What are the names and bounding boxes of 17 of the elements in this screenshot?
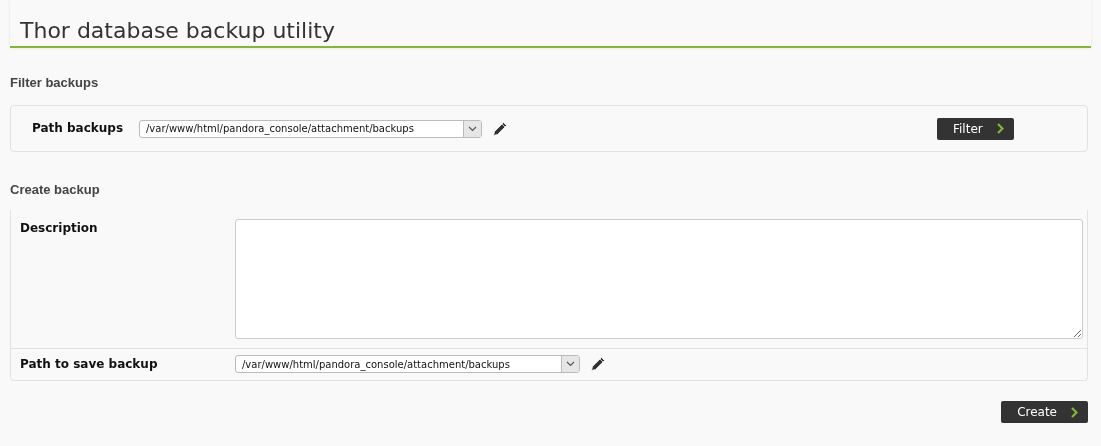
pencil-icon[interactable] [492,120,508,137]
path-select[interactable]: /var/www/html/pandora_console/attachment/backups [235,355,580,373]
path-select[interactable]: /var/www/html/pandora_console/attachment/backups [139,119,482,138]
description-field[interactable] [235,219,1083,339]
section-heading: Create backup [10,182,101,197]
dropdown-caret-icon [468,125,477,132]
chevron-right-icon [1071,406,1078,418]
page-title: Thor database backup utility [20,18,335,43]
pencil-icon[interactable] [590,356,606,372]
chevron-right-icon [996,123,1004,134]
field-label: Path to save backup [20,357,159,371]
create-button[interactable]: Create [1001,401,1088,423]
dropdown-caret-icon [566,361,575,367]
field-label: Description [20,220,99,237]
filter-button[interactable]: Filter [937,117,1014,140]
section-heading: Filter backups [10,75,100,90]
field-label: Path backups [32,122,125,135]
